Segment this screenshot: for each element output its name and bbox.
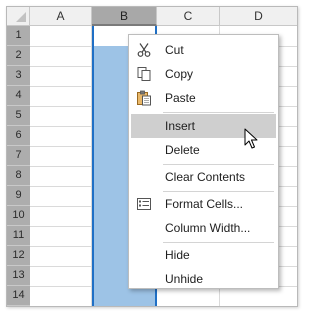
format-cells-icon [136,196,152,212]
menu-item-label: Cut [165,43,184,57]
context-menu: Cut Copy Paste Insert Delete Clear Conte… [128,34,279,289]
menu-item-label: Delete [165,143,200,157]
row-header-7[interactable]: 7 [7,146,30,166]
column-header-b[interactable]: B [92,7,157,26]
menu-item-label: Clear Contents [165,170,246,184]
menu-item-label: Insert [165,119,196,133]
row-header-4[interactable]: 4 [7,86,30,106]
row-header-8[interactable]: 8 [7,166,30,186]
row-header-1[interactable]: 1 [7,26,30,46]
row-header-10[interactable]: 10 [7,206,30,226]
select-all-corner[interactable] [7,7,30,26]
row-header-14[interactable]: 14 [7,286,30,306]
select-all-triangle-icon [16,12,26,22]
menu-item-format-cells[interactable]: Format Cells... [131,192,276,216]
menu-item-column-width[interactable]: Column Width... [131,216,276,240]
menu-item-hide[interactable]: Hide [131,243,276,267]
row-header-13[interactable]: 13 [7,266,30,286]
menu-item-clear-contents[interactable]: Clear Contents [131,165,276,189]
menu-item-label: Column Width... [165,221,251,235]
menu-item-copy[interactable]: Copy [131,62,276,86]
menu-item-label: Format Cells... [165,197,244,211]
row-header-2[interactable]: 2 [7,46,30,66]
menu-item-label: Unhide [165,272,204,286]
scissors-icon [136,42,152,58]
menu-item-unhide[interactable]: Unhide [131,267,276,291]
mouse-cursor-icon [244,128,258,150]
menu-separator [163,112,274,113]
menu-item-label: Hide [165,248,190,262]
column-header-c[interactable]: C [157,7,220,26]
copy-icon [136,66,152,82]
row-header-6[interactable]: 6 [7,126,30,146]
row-header-9[interactable]: 9 [7,186,30,206]
menu-item-label: Copy [165,67,194,81]
menu-item-label: Paste [165,91,196,105]
paste-icon [136,90,152,106]
menu-item-paste[interactable]: Paste [131,86,276,110]
row-header-3[interactable]: 3 [7,66,30,86]
column-header-a[interactable]: A [30,7,92,26]
row-header-12[interactable]: 12 [7,246,30,266]
menu-item-cut[interactable]: Cut [131,38,276,62]
row-header-5[interactable]: 5 [7,106,30,126]
row-header-11[interactable]: 11 [7,226,30,246]
column-header-d[interactable]: D [220,7,297,26]
